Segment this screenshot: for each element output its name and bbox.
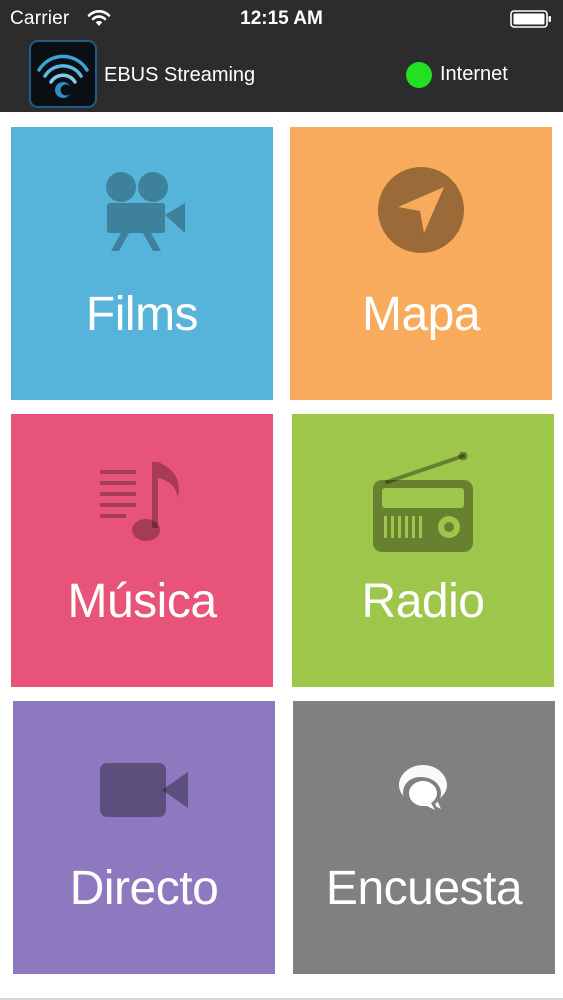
navigation-icon [378,167,464,253]
music-note-icon [100,462,179,541]
status-bar: Carrier 12:15 AM [0,0,563,38]
tile-label: Mapa [361,288,481,341]
tile-label: Radio [361,575,485,628]
tile-label: Directo [69,862,219,915]
battery-icon [510,10,551,28]
connection-status-indicator [406,62,432,88]
connection-status-label: Internet [440,63,508,85]
app-title: EBUS Streaming [104,64,256,86]
tile-radio[interactable]: Radio [292,414,554,687]
status-time: 12:15 AM [240,8,323,29]
ebus-logo-icon [29,40,97,108]
tile-directo[interactable]: Directo [13,701,275,974]
tile-encuesta[interactable]: Encuesta [293,701,555,974]
radio-icon [373,452,473,552]
tile-label: Música [67,575,217,628]
chat-bubbles-icon [399,765,447,812]
tile-label: Encuesta [325,862,523,915]
video-camera-icon [100,763,188,817]
tile-films[interactable]: Films [11,127,273,400]
top-bar: Carrier 12:15 AM EBUS Streaming Internet [0,0,563,112]
tile-mapa[interactable]: Mapa [290,127,552,400]
tile-musica[interactable]: Música [11,414,273,687]
movie-camera-icon [106,172,185,251]
tile-label: Films [85,288,199,341]
app-header: EBUS Streaming Internet [0,38,563,112]
